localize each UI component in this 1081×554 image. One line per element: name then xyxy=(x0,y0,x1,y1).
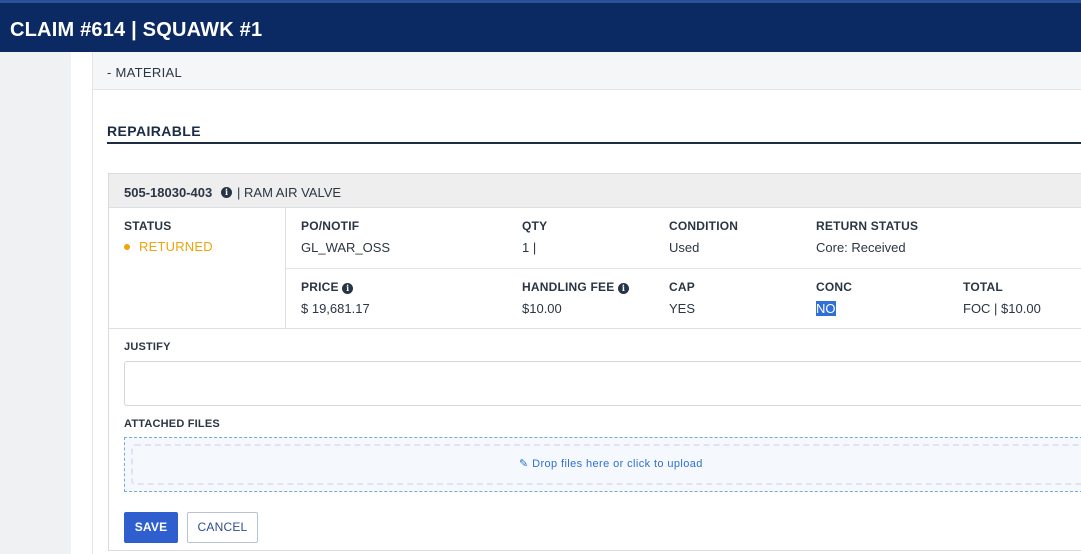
cap-label: CAP xyxy=(669,280,695,294)
price-info-icon[interactable]: i xyxy=(342,283,354,294)
claim-panel: - MATERIAL REPAIRABLE 505-18030-403 i | … xyxy=(92,52,1081,554)
qty-label: QTY xyxy=(522,219,548,233)
part-description: | RAM AIR VALVE xyxy=(237,185,342,200)
save-button[interactable]: SAVE xyxy=(124,512,178,543)
price-label: PRICE i xyxy=(301,280,354,294)
return-status-label: RETURN STATUS xyxy=(816,219,919,233)
row-divider xyxy=(286,268,1081,269)
condition-label: CONDITION xyxy=(669,219,739,233)
justify-label: JUSTIFY xyxy=(124,341,171,353)
cap-value: YES xyxy=(669,301,696,316)
return-status-value: Core: Received xyxy=(816,240,906,255)
cancel-button[interactable]: CANCEL xyxy=(187,512,258,543)
part-number: 505-18030-403 xyxy=(124,185,213,200)
attached-files-label: ATTACHED FILES xyxy=(124,418,220,430)
top-header: CLAIM #614 | SQUAWK #1 xyxy=(0,0,1081,52)
justify-input[interactable] xyxy=(124,361,1081,406)
conc-value: NO xyxy=(816,301,836,316)
gutter xyxy=(71,52,92,554)
conc-selected-text: NO xyxy=(816,301,836,316)
material-section-toggle[interactable]: - MATERIAL xyxy=(93,52,1081,90)
handling-fee-value: $10.00 xyxy=(522,301,562,316)
handling-fee-info-icon[interactable]: i xyxy=(617,283,629,294)
po-notif-label: PO/NOTIF xyxy=(301,219,360,233)
po-notif-value: GL_WAR_OSS xyxy=(301,240,391,255)
card-divider xyxy=(109,328,1081,329)
total-value: FOC | $10.00 xyxy=(963,301,1041,316)
conc-label: CONC xyxy=(816,280,853,294)
info-icon[interactable]: i xyxy=(221,187,232,198)
page-title: CLAIM #614 | SQUAWK #1 xyxy=(10,19,263,41)
status-value: RETURNED xyxy=(139,239,213,254)
status-column: STATUS RETURNED xyxy=(109,208,286,328)
price-value: $ 19,681.17 xyxy=(301,301,370,316)
paperclip-icon: ✎ xyxy=(519,458,529,470)
condition-value: Used xyxy=(669,240,700,255)
status-label: STATUS xyxy=(124,219,172,233)
part-card: 505-18030-403 i | RAM AIR VALVE STATUS R… xyxy=(108,173,1081,551)
left-sidebar xyxy=(0,52,71,554)
status-dot-icon xyxy=(124,244,130,250)
section-divider xyxy=(107,142,1081,144)
part-card-header: 505-18030-403 i | RAM AIR VALVE xyxy=(109,174,1081,208)
dropzone-text[interactable]: ✎ Drop files here or click to upload xyxy=(519,457,703,470)
qty-value: 1 | xyxy=(522,240,537,255)
material-label: - MATERIAL xyxy=(107,65,182,80)
handling-fee-label: HANDLING FEE i xyxy=(522,280,629,294)
section-title: REPAIRABLE xyxy=(107,123,201,139)
total-label: TOTAL xyxy=(963,280,1003,294)
